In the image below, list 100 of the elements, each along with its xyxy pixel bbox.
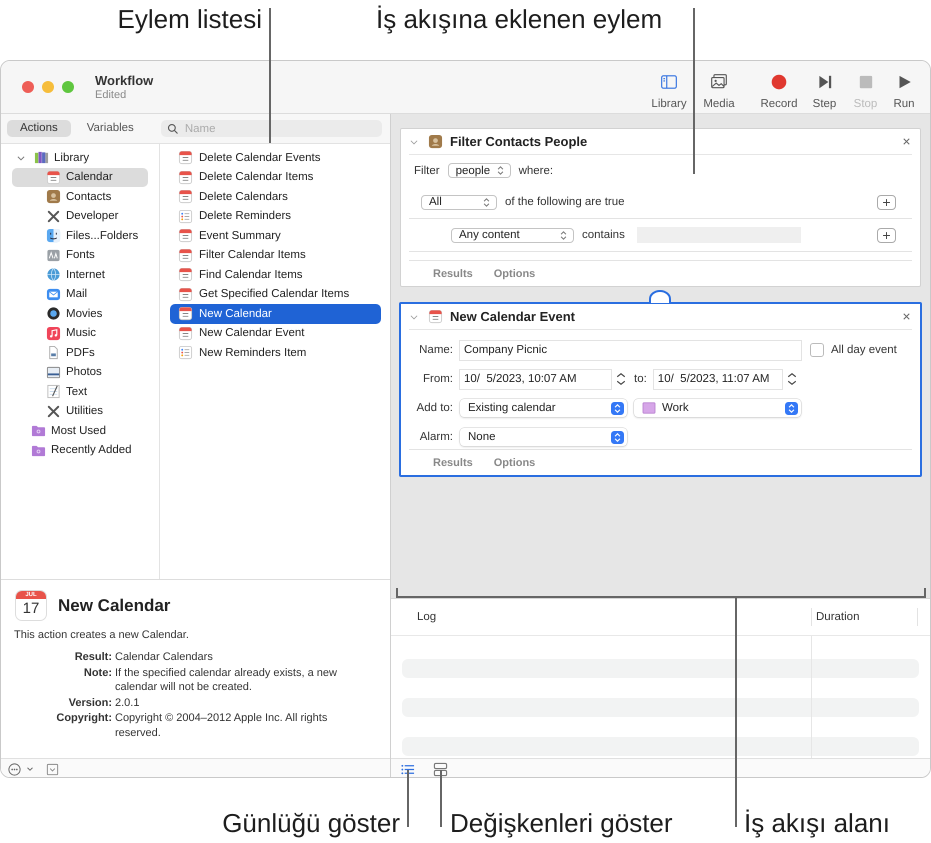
action-list-item[interactable]: Event Summary: [170, 226, 381, 246]
action-card[interactable]: New Calendar Event Name: Company Picnic All day event From: 10/ 5/2023, 10:07 AM to: 10/ 5/2023, 11:07 AM Add to: Existing calendar Work Alarm: None Results Options: [399, 302, 922, 477]
tree-item[interactable]: Photos: [12, 362, 148, 382]
field-label: contains: [582, 229, 625, 241]
action-list-item[interactable]: Filter Calendar Items: [170, 246, 381, 265]
tree-item[interactable]: Contacts: [12, 187, 148, 206]
tab[interactable]: Options: [494, 268, 536, 280]
toolbar-button[interactable]: Record: [754, 72, 804, 110]
tab[interactable]: Results: [433, 456, 473, 468]
tree-item[interactable]: Music: [12, 324, 148, 343]
split-face-icon: [46, 228, 61, 244]
tree-label: Files...Folders: [66, 230, 138, 242]
tree-item[interactable]: Text: [12, 382, 148, 402]
calendar-icon: [178, 286, 193, 302]
folder-icon: [31, 423, 46, 438]
tab[interactable]: Results: [433, 268, 473, 280]
add-button[interactable]: [877, 228, 896, 242]
column-header[interactable]: Duration: [811, 608, 918, 626]
record-icon: [770, 72, 788, 90]
collapse-button[interactable]: [45, 762, 60, 776]
tree-item[interactable]: Calendar: [12, 168, 148, 187]
tree-item[interactable]: Library: [12, 148, 148, 168]
tree-item[interactable]: Recently Added: [12, 440, 148, 460]
toolbar-button[interactable]: Media: [694, 72, 744, 110]
action-label: Get Specified Calendar Items: [199, 288, 350, 300]
action-menu-button[interactable]: [7, 762, 35, 776]
tree-item[interactable]: Most Used: [12, 421, 148, 440]
calendar-icon: [428, 309, 443, 324]
action-list-item[interactable]: Delete Calendar Items: [170, 168, 381, 187]
window-subtitle: Edited: [95, 89, 128, 101]
field-label: From:: [422, 372, 453, 387]
toolbar-button[interactable]: Step: [804, 72, 845, 110]
window-title: Workflow: [95, 73, 154, 88]
toolbar-button[interactable]: Library: [644, 72, 694, 110]
action-list-item[interactable]: Find Calendar Items: [170, 265, 381, 284]
search-icon: [166, 122, 179, 134]
tree-item[interactable]: Movies: [12, 304, 148, 324]
tree-item[interactable]: PDFs: [12, 343, 148, 362]
field-label: Version:: [68, 696, 112, 710]
close-button[interactable]: [22, 81, 34, 93]
close-icon[interactable]: [901, 136, 912, 147]
action-list-item[interactable]: Delete Calendar Events: [170, 148, 381, 168]
popup-button[interactable]: people: [448, 163, 511, 178]
tree-label: Photos: [66, 366, 102, 378]
calendar-day-label: 17: [22, 599, 40, 619]
tree-label: Movies: [66, 308, 102, 320]
input-field[interactable]: 10/ 5/2023, 10:07 AM: [460, 370, 611, 388]
updown-arrows-icon: [611, 430, 624, 444]
envelope-icon: [46, 286, 61, 302]
action-list-item[interactable]: New Calendar: [170, 304, 381, 324]
field-label: where:: [518, 164, 554, 176]
action-list-item[interactable]: Delete Reminders: [170, 206, 381, 226]
tree-label: Library: [54, 152, 90, 164]
action-label: New Calendar: [199, 308, 272, 320]
tree-item[interactable]: Internet: [12, 265, 148, 284]
plus-icon: [881, 230, 892, 240]
tree-item[interactable]: Developer: [12, 206, 148, 226]
action-list-item[interactable]: New Reminders Item: [170, 343, 381, 362]
action-list-item[interactable]: Get Specified Calendar Items: [170, 284, 381, 304]
popup-button[interactable]: None: [460, 428, 627, 446]
checkbox-label: All day event: [831, 344, 897, 356]
input-field[interactable]: Company Picnic: [460, 340, 801, 360]
calendar-icon: [178, 326, 193, 341]
calendar-swatch-icon: [642, 402, 656, 414]
toggle-button[interactable]: [433, 762, 448, 776]
action-label: New Calendar Event: [199, 327, 304, 340]
action-list-item[interactable]: Delete Calendars: [170, 187, 381, 206]
image-stack-icon: [46, 364, 61, 380]
popup-button[interactable]: All: [421, 194, 497, 210]
input-field[interactable]: 10/ 5/2023, 11:07 AM: [654, 370, 782, 388]
popup-button[interactable]: Existing calendar: [460, 399, 627, 417]
tree-label: Most Used: [51, 424, 106, 437]
tab[interactable]: Variables: [74, 120, 147, 137]
tree-item[interactable]: Fonts: [12, 246, 148, 265]
popup-button[interactable]: Work: [634, 399, 801, 417]
tab[interactable]: Actions: [7, 120, 71, 137]
toolbar-button[interactable]: Run: [886, 72, 922, 110]
books-icon: [34, 150, 49, 166]
field-label: Filter: [414, 164, 440, 176]
tab[interactable]: Options: [494, 456, 536, 468]
action-card[interactable]: Filter Contacts People Filter people where: All of the following are true Any content contains Results Options: [400, 128, 921, 287]
action-label: Delete Calendar Items: [199, 171, 314, 184]
tree-label: Music: [66, 327, 96, 340]
tree-item[interactable]: Mail: [12, 284, 148, 304]
action-label: Event Summary: [199, 230, 281, 242]
tree-item[interactable]: Utilities: [12, 402, 148, 421]
stacked-rows-icon: [433, 762, 448, 776]
column-header[interactable]: Log: [391, 611, 811, 623]
sidebar-icon: [660, 72, 678, 90]
callout-label: Günlüğü göster: [222, 808, 400, 838]
checkbox[interactable]: [810, 343, 824, 357]
contact-book-icon: [428, 134, 443, 149]
close-icon[interactable]: [901, 311, 912, 322]
calendar-icon: [178, 170, 193, 185]
tree-item[interactable]: Files...Folders: [12, 226, 148, 246]
tree-label: Internet: [66, 268, 105, 281]
add-button[interactable]: [877, 194, 896, 210]
list-icon: [178, 208, 193, 224]
popup-button[interactable]: Any content: [451, 228, 574, 242]
action-list-item[interactable]: New Calendar Event: [170, 324, 381, 343]
